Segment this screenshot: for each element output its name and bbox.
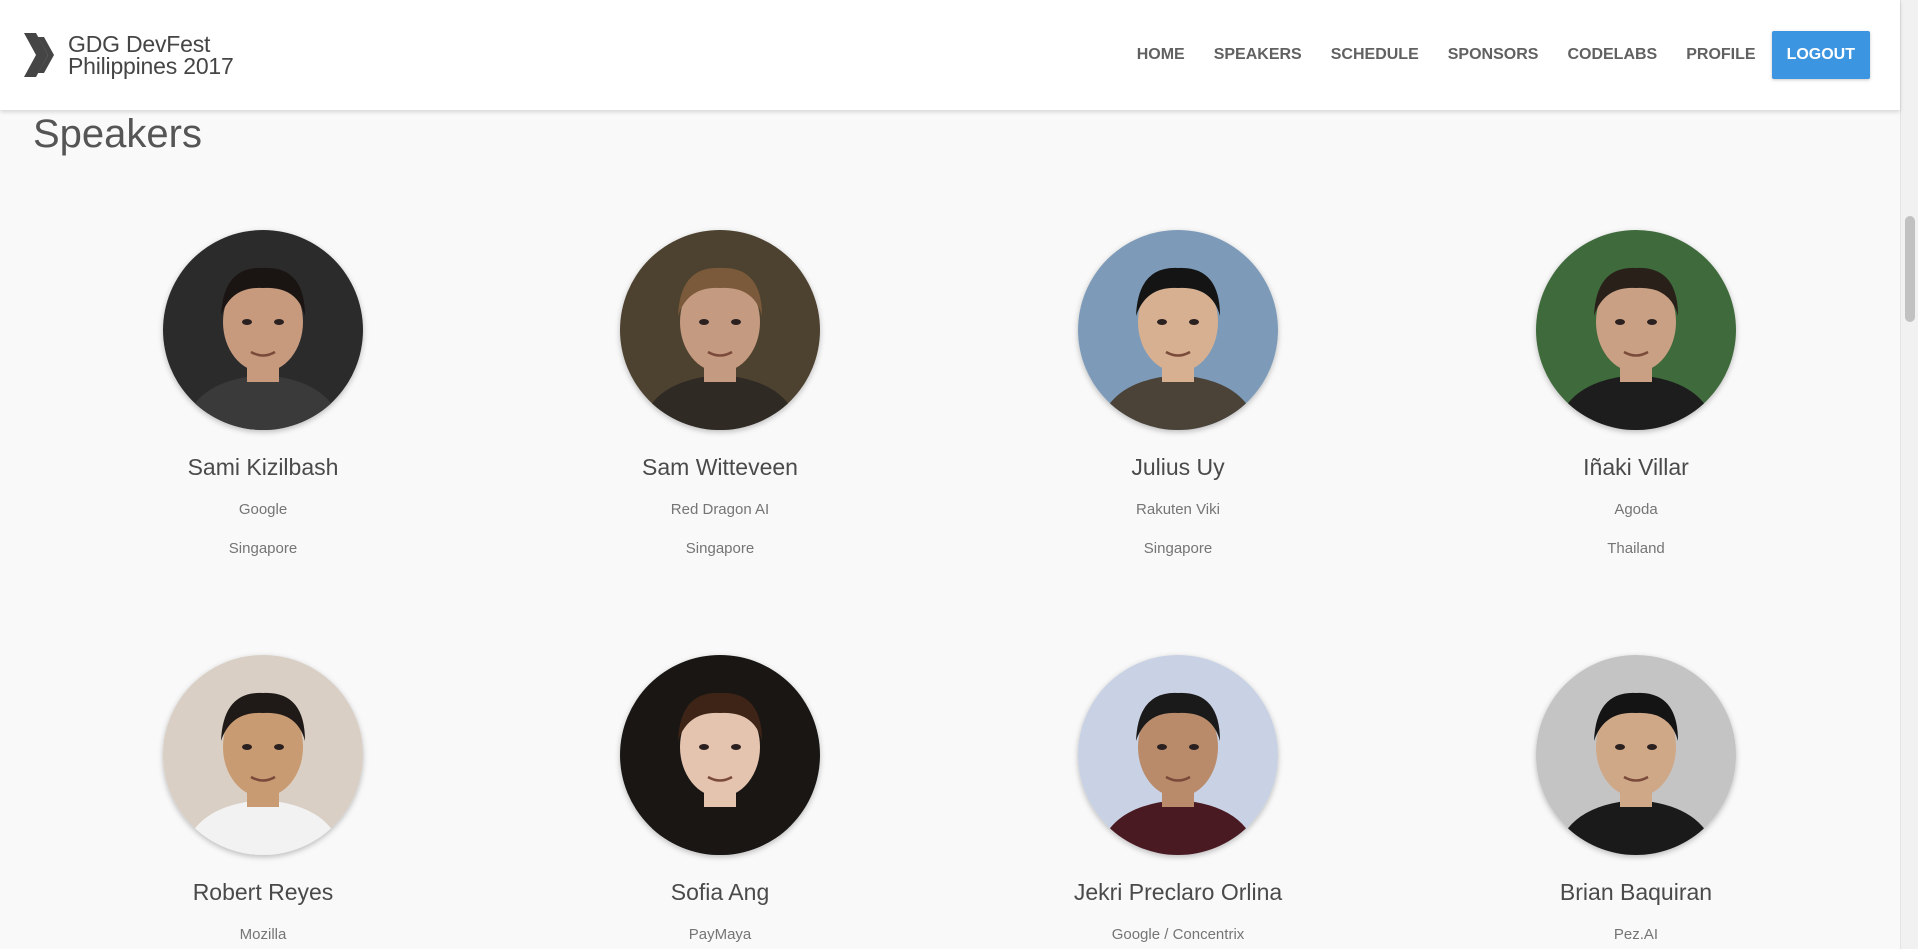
speaker-photo[interactable] <box>1536 655 1736 855</box>
portrait-left-eye <box>1157 744 1167 750</box>
portrait-left-eye <box>699 744 709 750</box>
speaker-name: Jekri Preclaro Orlina <box>1073 879 1283 905</box>
speaker-portrait-icon <box>163 230 363 430</box>
speaker-portrait-icon <box>620 655 820 855</box>
speaker-portrait-icon <box>1078 230 1278 430</box>
speaker-card[interactable]: Sami Kizilbash Google Singapore <box>63 230 463 557</box>
nav-home[interactable]: HOME <box>1137 46 1185 64</box>
speaker-card[interactable]: Julius Uy Rakuten Viki Singapore <box>978 230 1378 557</box>
portrait-left-eye <box>1615 319 1625 325</box>
speaker-portrait-icon <box>1536 655 1736 855</box>
nav-schedule[interactable]: SCHEDULE <box>1331 46 1419 64</box>
portrait-right-eye <box>1647 319 1657 325</box>
speaker-card[interactable]: Jekri Preclaro Orlina Google / Concentri… <box>978 655 1378 943</box>
portrait-left-eye <box>242 744 252 750</box>
speaker-company: Agoda <box>1614 501 1658 518</box>
speaker-portrait-icon <box>163 655 363 855</box>
logout-button[interactable]: LOGOUT <box>1771 31 1870 79</box>
speaker-location: Singapore <box>228 540 298 557</box>
speaker-name: Sofia Ang <box>670 879 770 905</box>
vertical-scrollbar[interactable] <box>1900 0 1918 949</box>
nav-profile[interactable]: PROFILE <box>1686 46 1755 64</box>
portrait-right-eye <box>274 744 284 750</box>
speakers-grid: Sami Kizilbash Google Singapore Sam Witt… <box>0 0 1900 949</box>
portrait-left-eye <box>1615 744 1625 750</box>
speaker-location: Thailand <box>1607 540 1665 557</box>
speaker-company: Rakuten Viki <box>1136 501 1220 518</box>
speaker-company: Pez.AI <box>1613 926 1659 943</box>
devfest-chevron-logo-icon <box>24 33 54 77</box>
speaker-name: Sam Witteveen <box>642 454 798 480</box>
speaker-photo[interactable] <box>1536 230 1736 430</box>
portrait-left-eye <box>1157 319 1167 325</box>
scrollbar-thumb[interactable] <box>1905 216 1915 322</box>
brand-line-1: GDG DevFest <box>68 31 211 57</box>
nav-speakers[interactable]: SPEAKERS <box>1214 46 1302 64</box>
speaker-name: Brian Baquiran <box>1559 879 1713 905</box>
speaker-company: Google <box>238 501 288 518</box>
speaker-photo[interactable] <box>620 230 820 430</box>
speaker-company: PayMaya <box>688 926 752 943</box>
speaker-card[interactable]: Sam Witteveen Red Dragon AI Singapore <box>520 230 920 557</box>
speaker-photo[interactable] <box>163 230 363 430</box>
speaker-photo[interactable] <box>1078 655 1278 855</box>
speaker-location: Singapore <box>685 540 755 557</box>
speaker-name: Iñaki Villar <box>1583 454 1689 480</box>
portrait-right-eye <box>731 319 741 325</box>
speaker-name: Robert Reyes <box>192 879 334 905</box>
speaker-portrait-icon <box>1078 655 1278 855</box>
portrait-right-eye <box>274 319 284 325</box>
speaker-photo[interactable] <box>163 655 363 855</box>
top-app-bar: GDG DevFest Philippines 2017 HOME SPEAKE… <box>0 0 1900 110</box>
speaker-company: Mozilla <box>239 926 287 943</box>
speaker-portrait-icon <box>1536 230 1736 430</box>
nav-sponsors[interactable]: SPONSORS <box>1448 46 1539 64</box>
speaker-photo[interactable] <box>620 655 820 855</box>
brand-line-2: Philippines 2017 <box>68 53 234 79</box>
speaker-card[interactable]: Brian Baquiran Pez.AI <box>1436 655 1836 943</box>
portrait-right-eye <box>1189 744 1199 750</box>
speaker-location: Singapore <box>1143 540 1213 557</box>
main-nav: HOME SPEAKERS SCHEDULE SPONSORS CODELABS… <box>1108 31 1870 79</box>
brand-logo[interactable]: GDG DevFest Philippines 2017 <box>24 31 234 79</box>
speaker-card[interactable]: Iñaki Villar Agoda Thailand <box>1436 230 1836 557</box>
portrait-left-eye <box>242 319 252 325</box>
speaker-name: Sami Kizilbash <box>187 454 339 480</box>
speaker-name: Julius Uy <box>1131 454 1225 480</box>
speaker-card[interactable]: Sofia Ang PayMaya <box>520 655 920 943</box>
speaker-company: Red Dragon AI <box>670 501 770 518</box>
speaker-photo[interactable] <box>1078 230 1278 430</box>
brand-name: GDG DevFest Philippines 2017 <box>68 31 234 79</box>
portrait-right-eye <box>1647 744 1657 750</box>
portrait-right-eye <box>1189 319 1199 325</box>
portrait-right-eye <box>731 744 741 750</box>
speaker-portrait-icon <box>620 230 820 430</box>
speaker-card[interactable]: Robert Reyes Mozilla <box>63 655 463 943</box>
nav-codelabs[interactable]: CODELABS <box>1567 46 1657 64</box>
speaker-company: Google / Concentrix <box>1111 926 1245 943</box>
portrait-left-eye <box>699 319 709 325</box>
